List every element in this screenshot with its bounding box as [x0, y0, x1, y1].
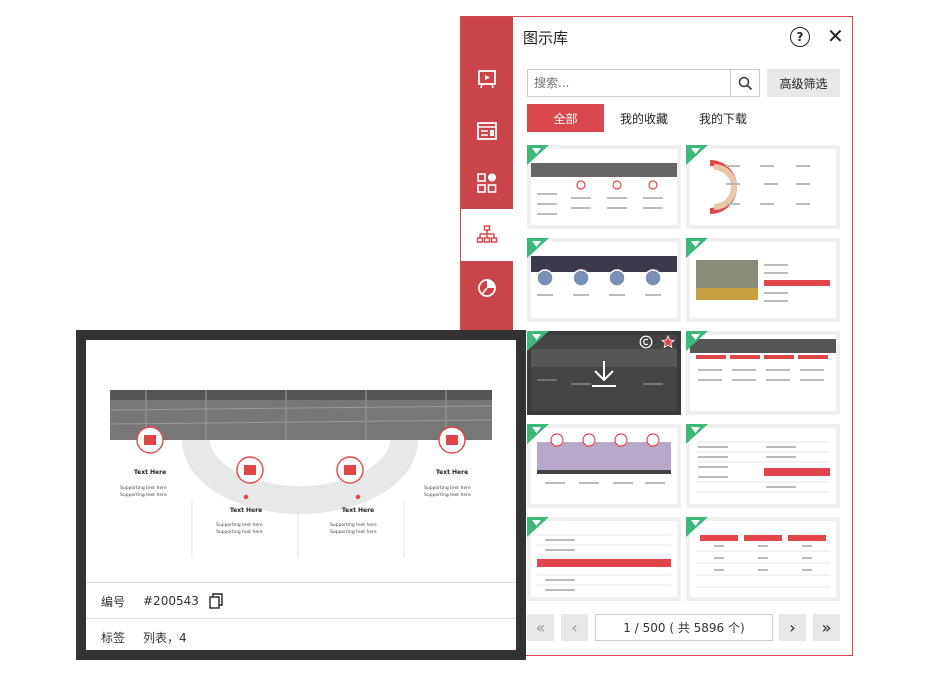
text-layout-icon[interactable]: [461, 105, 513, 157]
id-label: 编号: [101, 594, 126, 609]
diagram-thumbnail[interactable]: [686, 517, 840, 601]
premium-gem-icon: [686, 145, 708, 165]
slide-item-bullet: Supporting text here: [120, 492, 167, 498]
preview-id-row: 编号 #200543: [86, 582, 516, 619]
tab-all[interactable]: 全部: [527, 104, 604, 132]
slide-item-title: Text Here: [436, 469, 468, 476]
advanced-filter-button[interactable]: 高级筛选: [767, 69, 840, 97]
slide-item-bullet: Supporting text here: [216, 529, 263, 535]
favorite-star-icon[interactable]: [661, 335, 675, 349]
page-summary: / 500 ( 共 5896 个): [634, 621, 745, 635]
slide-item-bullet: Supporting text here: [424, 485, 471, 491]
premium-gem-icon: [686, 238, 708, 258]
org-chart-icon[interactable]: [461, 209, 513, 261]
search-input[interactable]: [528, 70, 740, 96]
diagram-thumbnail[interactable]: [686, 238, 840, 322]
diagram-thumbnail[interactable]: [527, 517, 681, 601]
slide-item-bullet: Supporting text here: [120, 485, 167, 491]
shapes-icon[interactable]: [461, 157, 513, 209]
prev-page-button[interactable]: ‹: [561, 614, 588, 641]
premium-gem-icon: [686, 517, 708, 537]
diagram-thumbnail[interactable]: [527, 424, 681, 508]
copyright-icon[interactable]: [639, 335, 653, 349]
diagram-preview-popup: Text Here Supporting text here Supportin…: [76, 330, 526, 660]
download-icon[interactable]: [589, 359, 619, 389]
tab-downloads[interactable]: 我的下载: [690, 104, 756, 132]
diagram-thumbnail[interactable]: [686, 145, 840, 229]
last-page-button[interactable]: »: [813, 614, 840, 641]
diagram-thumbnail-hovered[interactable]: [527, 331, 681, 415]
current-page[interactable]: 1: [623, 621, 631, 635]
presentation-icon[interactable]: [461, 53, 513, 105]
slide-item-title: Text Here: [134, 469, 166, 476]
tags-label: 标签: [101, 630, 126, 645]
premium-gem-icon: [686, 331, 708, 351]
slide-item-bullet: Supporting text here: [330, 529, 377, 535]
close-icon[interactable]: ✕: [827, 24, 844, 48]
premium-gem-icon: [527, 517, 549, 537]
preview-slide: Text Here Supporting text here Supportin…: [109, 390, 493, 558]
copy-icon[interactable]: [209, 593, 223, 609]
slide-item-title: Text Here: [342, 507, 374, 514]
premium-gem-icon: [527, 238, 549, 258]
slide-item-bullet: Supporting text here: [330, 522, 377, 528]
premium-gem-icon: [527, 424, 549, 444]
slide-item-bullet: Supporting text here: [216, 522, 263, 528]
tab-favorites[interactable]: 我的收藏: [611, 104, 677, 132]
id-value: #200543: [143, 594, 199, 608]
page-indicator[interactable]: 1 / 500 ( 共 5896 个): [595, 614, 773, 641]
help-icon[interactable]: ?: [790, 27, 810, 47]
search-icon[interactable]: [730, 70, 759, 96]
pie-chart-icon[interactable]: [461, 261, 513, 313]
diagram-thumbnail[interactable]: [686, 331, 840, 415]
tags-value: 列表，4: [143, 630, 187, 645]
preview-card: Text Here Supporting text here Supportin…: [86, 340, 516, 650]
first-page-button[interactable]: «: [527, 614, 554, 641]
preview-tags-row: 标签 列表，4: [86, 618, 516, 655]
slide-item-bullet: Supporting text here: [424, 492, 471, 498]
next-page-button[interactable]: ›: [779, 614, 806, 641]
slide-item-title: Text Here: [230, 507, 262, 514]
diagram-thumbnail[interactable]: [527, 238, 681, 322]
panel-title: 图示库: [523, 29, 569, 47]
premium-gem-icon: [686, 424, 708, 444]
diagram-thumbnail[interactable]: [686, 424, 840, 508]
search-box: [527, 69, 760, 97]
premium-gem-icon: [527, 145, 549, 165]
diagram-thumbnail[interactable]: [527, 145, 681, 229]
premium-gem-icon: [527, 331, 549, 351]
